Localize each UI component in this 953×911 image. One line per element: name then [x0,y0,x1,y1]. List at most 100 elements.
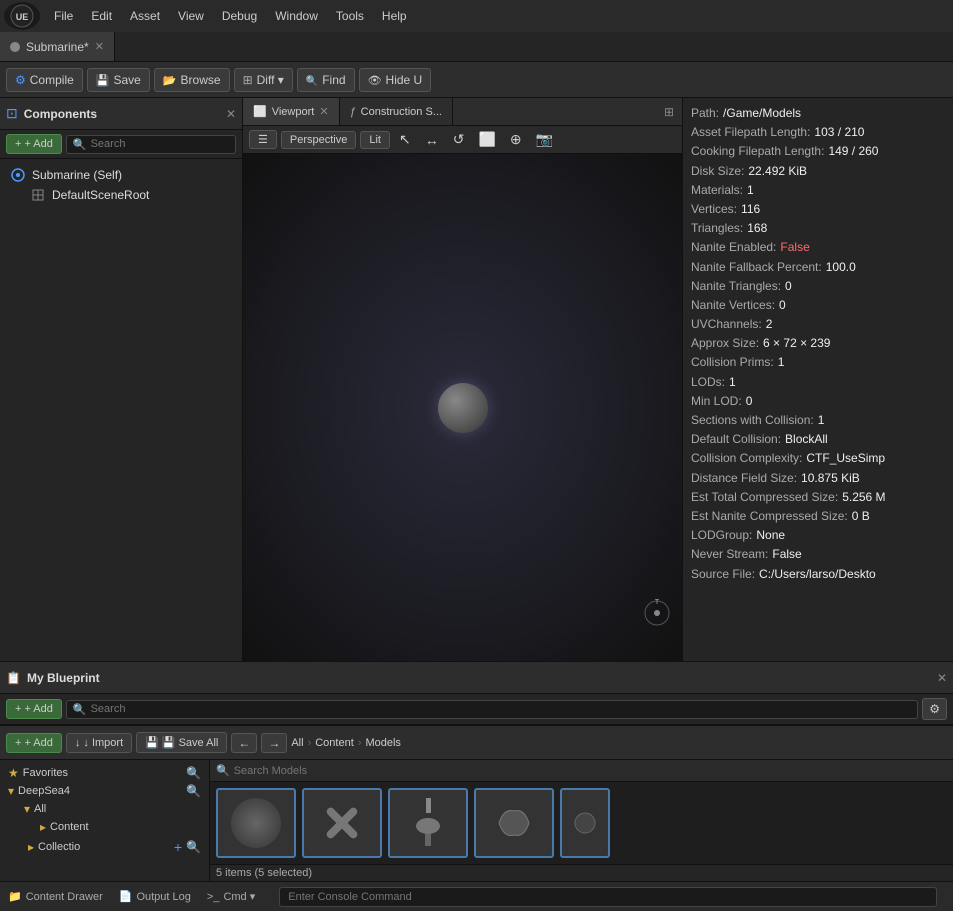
info-key: Sections with Collision: [691,411,814,430]
add-collection-icon[interactable]: + [174,839,182,855]
breadcrumb-models[interactable]: Models [365,737,400,749]
save-button[interactable]: Save [87,68,150,92]
sidebar-all[interactable]: All [20,800,205,818]
diff-button[interactable]: Diff ▾ [234,68,293,92]
blueprint-toolbar: + + Add 🔍 ⚙ [0,694,953,725]
blueprint-panel-title: My Blueprint [27,671,931,685]
cursor-mode-button[interactable]: ↖ [394,129,416,150]
blueprint-settings-button[interactable]: ⚙ [922,698,947,720]
deepsea4-search-icon[interactable]: 🔍 [186,784,201,798]
info-row: Nanite Vertices:0 [691,296,945,315]
viewport-close-icon[interactable]: ✕ [319,105,328,118]
menu-bar: UE File Edit Asset View Debug Window Too… [0,0,953,32]
menu-asset[interactable]: Asset [122,5,168,27]
all-children: Content [36,818,205,836]
favorites-search-icon[interactable]: 🔍 [186,766,201,780]
viewport-toolbar: ☰ Perspective Lit ↖ ↔ ↺ ⬜ ⊕ 📷 [243,126,682,154]
cb-add-button[interactable]: + + Add [6,733,62,753]
tree-item-submarine[interactable]: Submarine (Self) [6,165,236,185]
tab-submarine[interactable]: Submarine* ✕ [0,32,115,61]
components-search-box[interactable]: 🔍 [66,135,236,154]
blueprint-panel: 📋 My Blueprint ✕ + + Add 🔍 ⚙ [0,662,953,726]
blueprint-search-box[interactable]: 🔍 [66,700,918,719]
camera-button[interactable]: 📷 [531,129,558,150]
collectio-search-icon[interactable]: 🔍 [186,840,201,854]
sidebar-favorites[interactable]: Favorites 🔍 [4,764,205,782]
find-icon [306,73,318,87]
info-value: 22.492 KiB [748,162,807,181]
cmd-button[interactable]: >_ Cmd ▾ [207,890,255,903]
tab-construction-script[interactable]: ƒ Construction S... [340,98,453,125]
blueprint-panel-header: 📋 My Blueprint ✕ [0,662,953,694]
content-search-icon: 🔍 [216,764,230,777]
rotate-button[interactable]: ↺ [448,129,470,150]
menu-help[interactable]: Help [374,5,415,27]
info-row: Nanite Enabled:False [691,238,945,257]
add-label: + Add [24,138,52,150]
components-panel-close[interactable]: ✕ [226,107,236,121]
lit-button[interactable]: Lit [360,131,390,149]
asset-thumb-2[interactable] [302,788,382,858]
output-log-label: Output Log [136,891,190,903]
diff-label: Diff ▾ [257,73,284,87]
content-browser-main: Favorites 🔍 DeepSea4 🔍 All [0,760,953,881]
info-key: Est Nanite Compressed Size: [691,507,848,526]
asset-thumb-1[interactable] [216,788,296,858]
cb-save-all-button[interactable]: 💾 💾 Save All [136,732,227,753]
tree-item-defaultsceneroot[interactable]: DefaultSceneRoot [26,185,236,205]
blueprint-add-label: + Add [24,703,52,715]
add-component-button[interactable]: + + Add [6,134,62,154]
content-search-input[interactable] [234,765,947,777]
compile-button[interactable]: Compile [6,68,83,92]
viewport-canvas[interactable]: T [243,154,682,661]
find-button[interactable]: Find [297,68,355,92]
browse-button[interactable]: Browse [154,68,230,92]
tab-close-icon[interactable]: ✕ [95,40,104,53]
scale-button[interactable]: ⬜ [473,129,500,150]
asset-thumb-5[interactable] [560,788,610,858]
translate-button[interactable]: ↔ [420,130,444,150]
tab-viewport[interactable]: ⬜ Viewport ✕ [243,98,340,125]
info-key: Disk Size: [691,162,744,181]
cb-forward-button[interactable]: → [261,733,287,753]
sidebar-collectio[interactable]: Collectio [24,838,170,856]
info-value: 1 [778,353,785,372]
breadcrumb-content[interactable]: Content [315,737,354,749]
asset-thumb-4[interactable] [474,788,554,858]
info-value: 103 / 210 [814,123,864,142]
menu-window[interactable]: Window [267,5,326,27]
submarine-label: Submarine (Self) [32,168,122,182]
info-value: 0 [785,277,792,296]
sidebar-content[interactable]: Content [36,818,205,836]
find-label: Find [322,73,345,87]
content-drawer-button[interactable]: 📁 Content Drawer [8,890,103,903]
components-search-input[interactable] [91,138,229,150]
content-browser-content: 🔍 [210,760,953,881]
menu-tools[interactable]: Tools [328,5,372,27]
cb-import-button[interactable]: ↓ ↓ Import [66,733,132,753]
menu-file[interactable]: File [46,5,81,27]
sidebar-deepsea4[interactable]: DeepSea4 🔍 [4,782,205,800]
cb-back-button[interactable]: ← [231,733,257,753]
snap-button[interactable]: ⊕ [505,129,527,150]
asset-lamp-inner [390,790,466,856]
info-value: 1 [729,373,736,392]
info-row: LODGroup:None [691,526,945,545]
console-input[interactable] [279,887,937,907]
perspective-button[interactable]: Perspective [281,131,356,149]
menu-edit[interactable]: Edit [83,5,120,27]
output-log-button[interactable]: 📄 Output Log [119,890,191,903]
content-browser: + + Add ↓ ↓ Import 💾 💾 Save All ← → All … [0,726,953,881]
viewport-expand-icon[interactable]: ⊞ [660,103,678,121]
hide-button[interactable]: Hide U [359,68,432,92]
breadcrumb-all[interactable]: All [291,737,303,749]
menu-debug[interactable]: Debug [214,5,265,27]
info-key: Source File: [691,565,755,584]
asset-thumb-3[interactable] [388,788,468,858]
blueprint-search-input[interactable] [91,703,912,715]
blueprint-add-button[interactable]: + + Add [6,699,62,719]
submarine-model [438,383,488,433]
menu-view[interactable]: View [170,5,212,27]
viewport-menu-button[interactable]: ☰ [249,130,277,149]
blueprint-close-icon[interactable]: ✕ [937,671,947,685]
